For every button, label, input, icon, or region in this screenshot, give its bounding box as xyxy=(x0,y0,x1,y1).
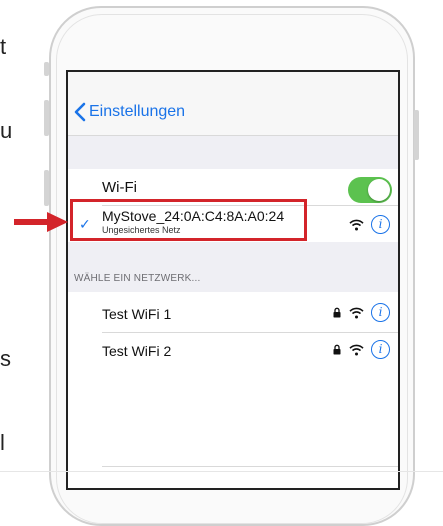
lock-icon xyxy=(333,344,341,355)
red-arrow-icon xyxy=(14,212,68,232)
cut-text-3: s xyxy=(0,346,11,371)
wifi-label: Wi-Fi xyxy=(102,179,137,196)
network-name: Test WiFi 2 xyxy=(102,343,172,359)
lock-icon xyxy=(333,307,341,318)
network-list: Test WiFi 1 i Test WiFi 2 i xyxy=(68,292,398,488)
info-icon[interactable]: i xyxy=(371,215,390,234)
cut-text-1: t xyxy=(0,34,7,59)
screen: Einstellungen Wi-Fi ✓ MyStove_24:0A:C4:8… xyxy=(66,70,400,490)
wifi-toggle[interactable] xyxy=(348,177,392,203)
info-icon[interactable]: i xyxy=(371,340,390,359)
network-row[interactable]: Test WiFi 1 i xyxy=(68,296,398,332)
mute-switch xyxy=(44,62,49,76)
back-label: Einstellungen xyxy=(89,103,186,120)
cut-text-4: l xyxy=(0,430,5,455)
wifi-icon xyxy=(349,219,364,231)
divider xyxy=(102,466,398,467)
wifi-icon xyxy=(349,344,364,356)
info-icon[interactable]: i xyxy=(371,303,390,322)
network-name: Test WiFi 1 xyxy=(102,306,172,322)
network-row[interactable]: Test WiFi 2 i xyxy=(68,333,398,369)
volume-up-button xyxy=(44,100,49,136)
toggle-knob xyxy=(368,179,390,201)
wifi-icon xyxy=(349,307,364,319)
power-button xyxy=(414,110,419,160)
chevron-left-icon xyxy=(74,102,86,122)
highlight-box xyxy=(70,199,307,241)
volume-down-button xyxy=(44,170,49,206)
back-button[interactable]: Einstellungen xyxy=(74,102,185,122)
bottom-divider xyxy=(0,471,443,472)
navigation-bar: Einstellungen xyxy=(68,72,398,136)
cut-text-2: u xyxy=(0,118,13,143)
section-header: WÄHLE EIN NETZWERK... xyxy=(74,273,201,284)
